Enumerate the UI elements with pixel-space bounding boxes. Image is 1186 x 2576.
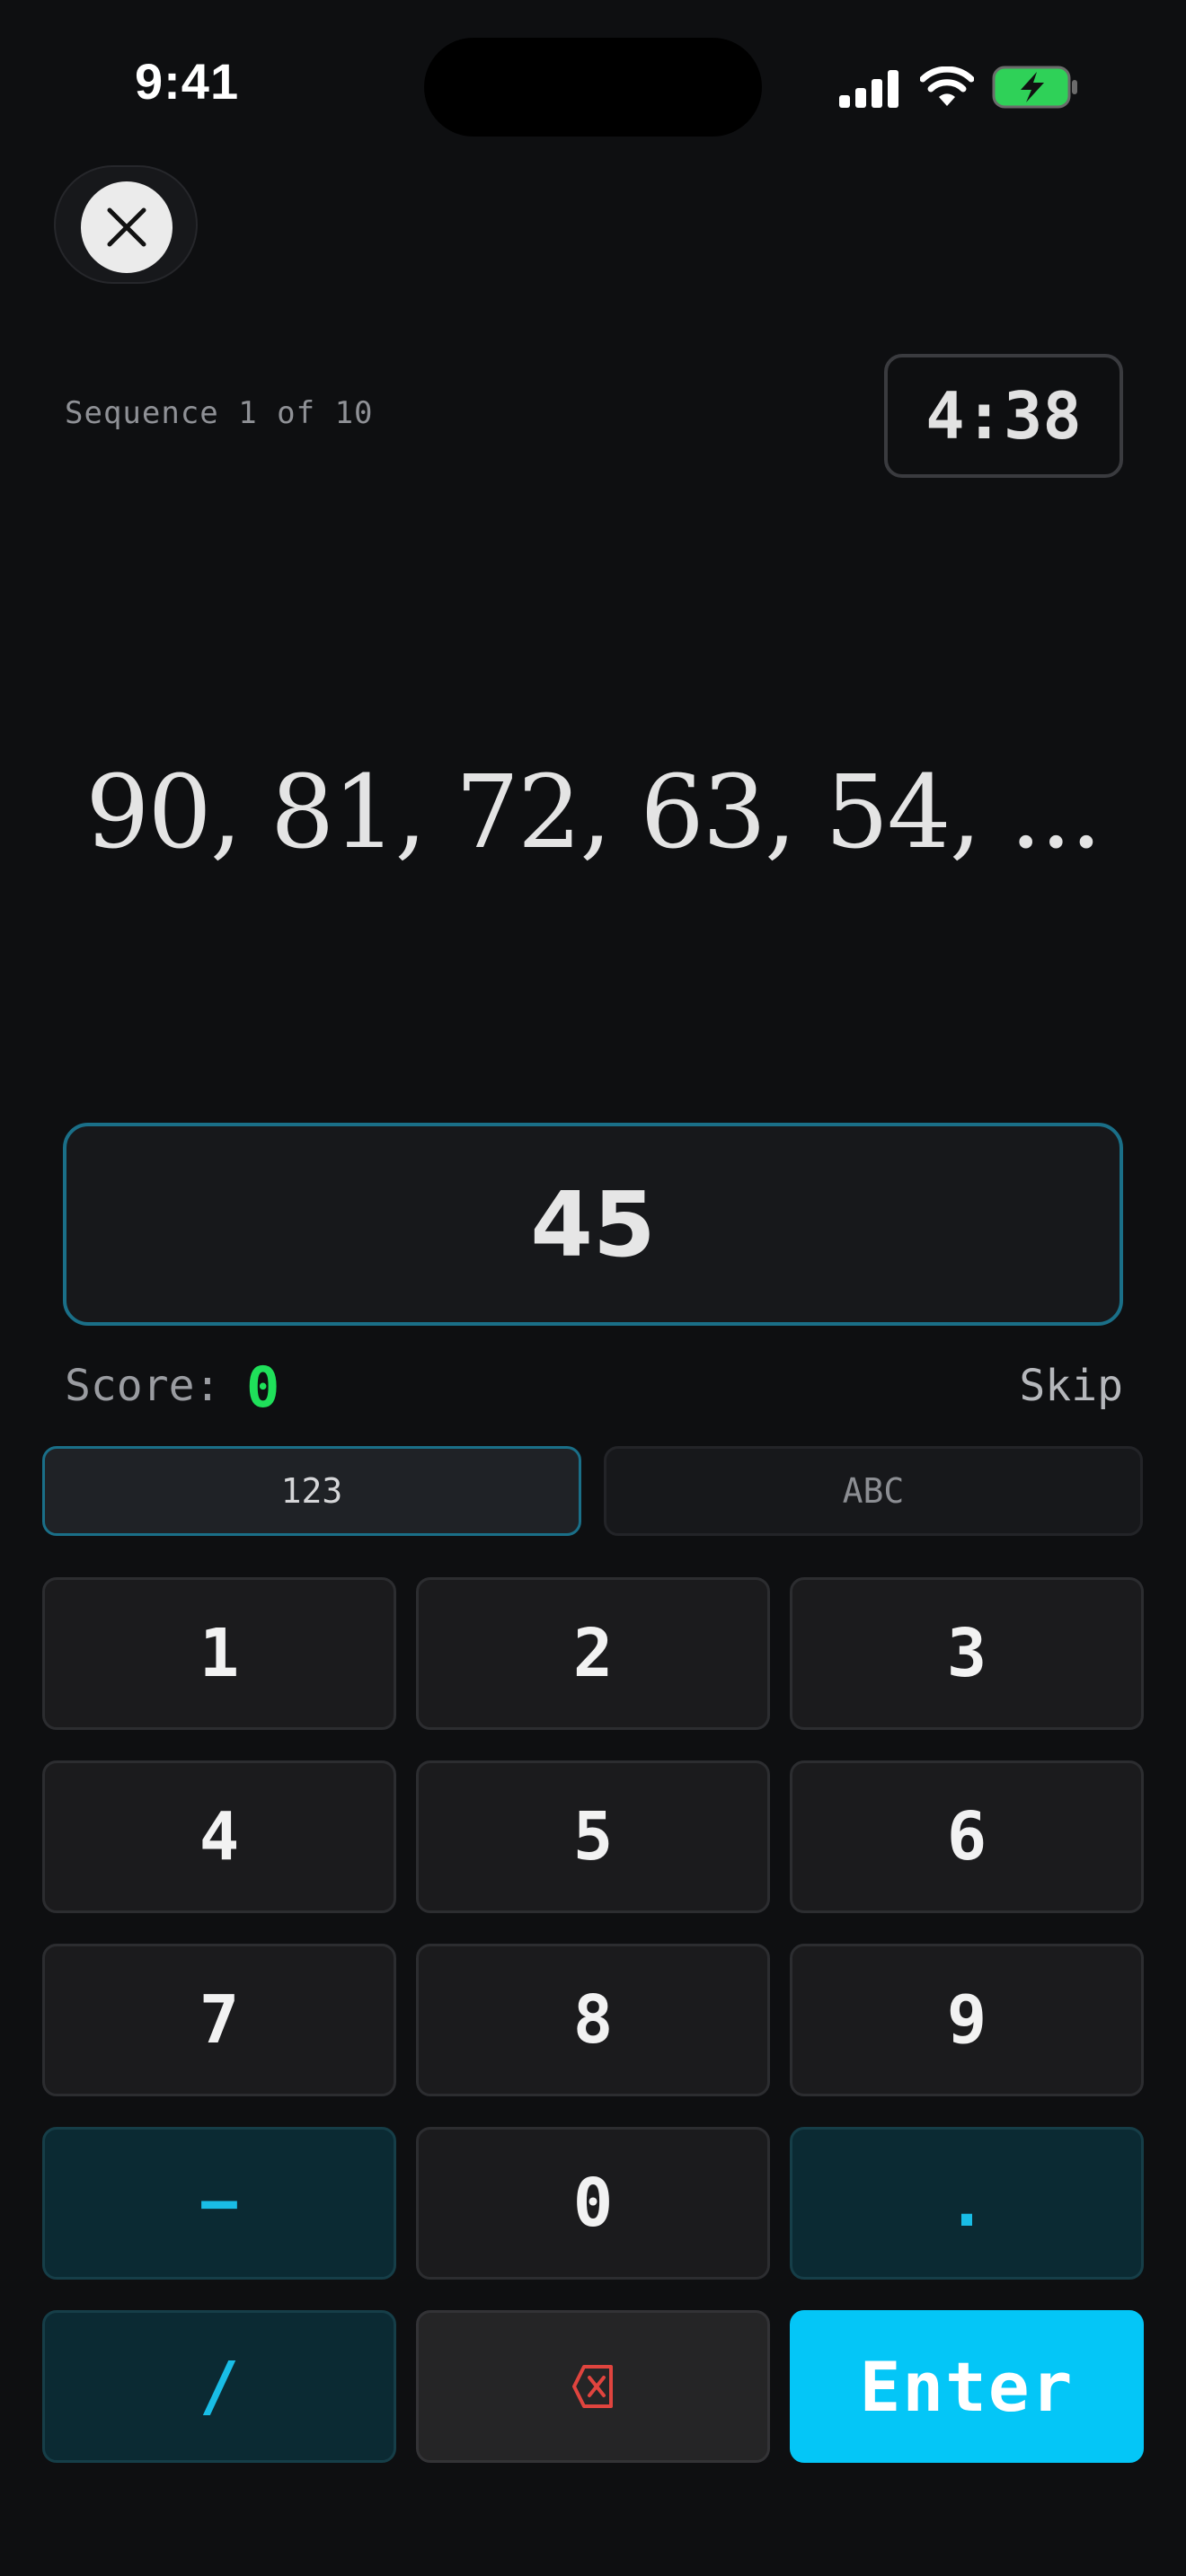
key-minus[interactable]: − (42, 2127, 396, 2280)
score-value: 0 (246, 1354, 280, 1420)
skip-button[interactable]: Skip (1006, 1361, 1123, 1411)
wifi-icon (920, 66, 974, 106)
key-0[interactable]: 0 (416, 2127, 770, 2280)
key-decimal[interactable]: . (790, 2127, 1144, 2280)
status-time: 9:41 (135, 53, 240, 110)
key-7[interactable]: 7 (42, 1944, 396, 2096)
countdown-timer: 4:38 (884, 354, 1123, 478)
key-1[interactable]: 1 (42, 1577, 396, 1730)
key-6[interactable]: 6 (790, 1760, 1144, 1913)
battery-charging-icon (992, 66, 1077, 109)
tab-numeric[interactable]: 123 (42, 1446, 581, 1536)
backspace-icon (572, 2365, 613, 2408)
close-button[interactable] (54, 165, 198, 284)
key-5[interactable]: 5 (416, 1760, 770, 1913)
close-icon (107, 207, 146, 247)
key-9[interactable]: 9 (790, 1944, 1144, 2096)
tab-alphabetic[interactable]: ABC (604, 1446, 1143, 1536)
key-3[interactable]: 3 (790, 1577, 1144, 1730)
enter-button[interactable]: Enter (790, 2310, 1144, 2463)
key-slash[interactable]: / (42, 2310, 396, 2463)
key-2[interactable]: 2 (416, 1577, 770, 1730)
number-sequence: 90, 81, 72, 63, 54, ... (85, 754, 1102, 871)
sequence-progress-label: Sequence 1 of 10 (65, 395, 374, 431)
dynamic-island (424, 38, 762, 137)
answer-input[interactable]: 45 (63, 1123, 1123, 1326)
cellular-signal-icon (839, 70, 898, 108)
close-circle (81, 181, 173, 273)
key-8[interactable]: 8 (416, 1944, 770, 2096)
app-screen: 9:41 Sequence 1 of 10 4:38 90, 81, 72, 6 (0, 0, 1186, 2576)
key-4[interactable]: 4 (42, 1760, 396, 1913)
backspace-button[interactable] (416, 2310, 770, 2463)
score-label: Score: (65, 1361, 221, 1411)
